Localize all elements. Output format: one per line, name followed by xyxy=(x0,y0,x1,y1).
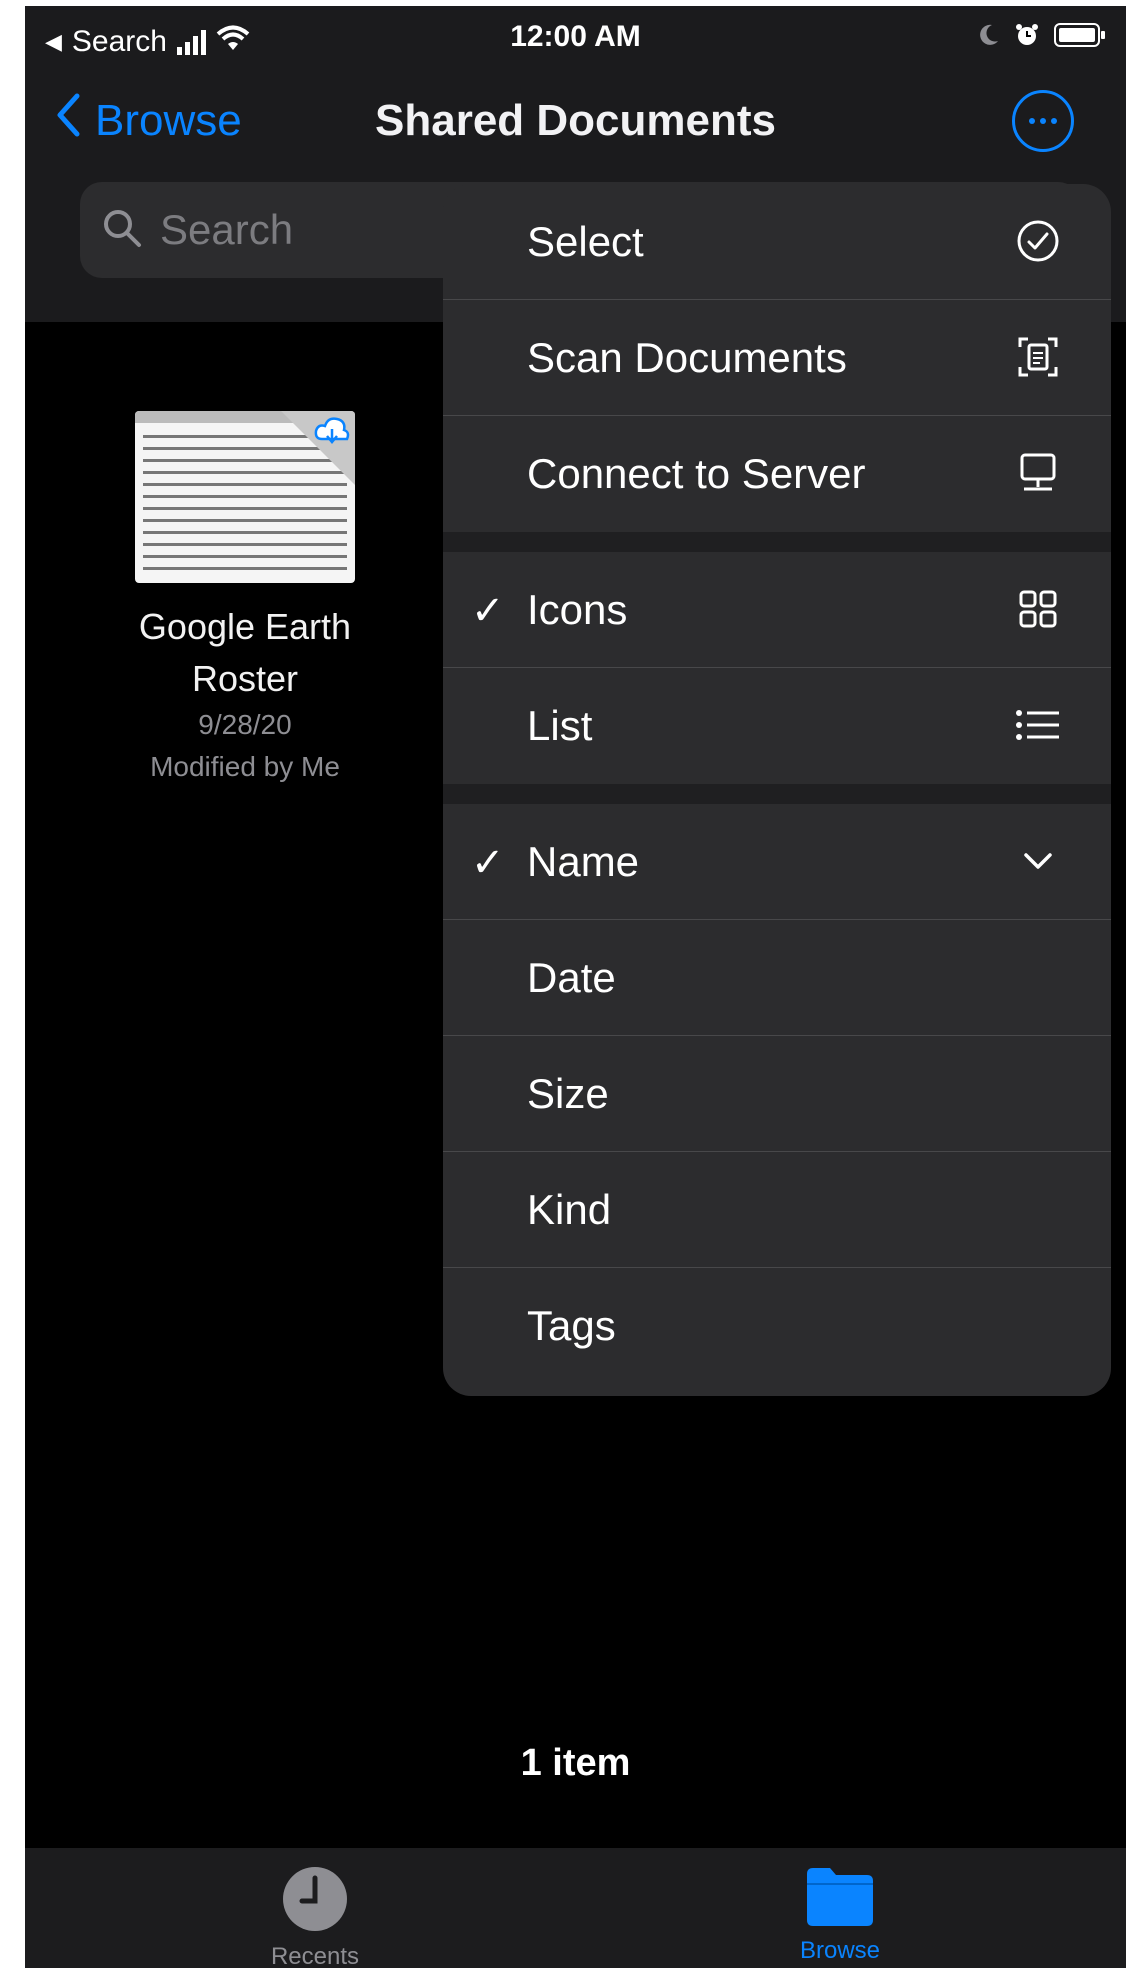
options-menu: Select Scan Documents Connect to Server … xyxy=(443,184,1111,1396)
menu-group-separator xyxy=(443,784,1111,804)
menu-item-connect-to-server[interactable]: Connect to Server xyxy=(443,416,1111,532)
search-icon xyxy=(102,208,142,253)
status-right xyxy=(978,22,1106,53)
checkmark-icon: ✓ xyxy=(471,589,505,633)
tab-bar: Recents Browse xyxy=(25,1848,1126,1968)
menu-item-sort-kind[interactable]: Kind xyxy=(443,1152,1111,1268)
cloud-download-icon xyxy=(313,415,351,454)
doc-viewfinder-icon xyxy=(1013,332,1063,382)
navigation-bar: Browse Shared Documents xyxy=(25,86,1126,166)
menu-item-label: Connect to Server xyxy=(527,450,866,497)
menu-item-list[interactable]: List xyxy=(443,668,1111,784)
file-name-line2: Roster xyxy=(191,658,299,699)
screen: ◀ Search 12:00 AM Browse Shared Document… xyxy=(25,6,1126,1968)
status-bar: ◀ Search 12:00 AM xyxy=(25,6,1126,76)
menu-item-icons[interactable]: ✓ Icons xyxy=(443,552,1111,668)
grid-icon xyxy=(1013,584,1063,634)
file-date: 9/28/20 xyxy=(198,709,292,740)
more-options-button[interactable] xyxy=(1012,90,1074,152)
status-time: 12:00 AM xyxy=(510,20,641,53)
item-count: 1 item xyxy=(520,1742,631,1784)
tab-label: Browse xyxy=(799,1937,881,1964)
search-placeholder: Search xyxy=(160,206,294,253)
page-title: Shared Documents xyxy=(375,96,776,145)
checkmark-circle-icon xyxy=(1013,216,1063,266)
menu-item-sort-name[interactable]: ✓ Name xyxy=(443,804,1111,920)
chevron-down-icon xyxy=(1013,836,1063,886)
menu-item-select[interactable]: Select xyxy=(443,184,1111,300)
menu-item-label: Scan Documents xyxy=(527,334,847,381)
list-icon xyxy=(1013,700,1063,750)
menu-item-label: Tags xyxy=(527,1302,616,1349)
menu-item-label: Kind xyxy=(527,1186,612,1233)
menu-item-scan-documents[interactable]: Scan Documents xyxy=(443,300,1111,416)
ellipsis-icon xyxy=(1029,118,1035,124)
menu-item-label: Icons xyxy=(527,586,628,633)
folder-icon xyxy=(804,1868,876,1932)
tab-browse[interactable]: Browse xyxy=(740,1864,940,1965)
alarm-icon xyxy=(1014,22,1040,53)
desktop-computer-icon xyxy=(1013,448,1063,498)
menu-group-separator xyxy=(443,532,1111,552)
file-item[interactable]: Google Earth Roster 9/28/20 Modified by … xyxy=(115,411,375,789)
file-thumbnail xyxy=(135,411,355,583)
menu-item-label: Date xyxy=(527,954,616,1001)
moon-icon xyxy=(978,23,1000,52)
battery-icon xyxy=(1054,22,1106,53)
menu-item-label: Name xyxy=(527,838,640,885)
checkmark-icon: ✓ xyxy=(471,841,505,885)
menu-item-label: Select xyxy=(527,218,644,265)
menu-item-label: List xyxy=(527,702,593,749)
clock-icon xyxy=(280,1867,350,1938)
file-name: Google Earth Roster xyxy=(115,601,375,705)
file-modified-by: Modified by Me xyxy=(150,751,340,782)
file-name-line1: Google Earth xyxy=(138,606,352,647)
menu-item-sort-date[interactable]: Date xyxy=(443,920,1111,1036)
tab-label: Recents xyxy=(270,1943,360,1968)
menu-item-label: Size xyxy=(527,1070,609,1117)
menu-item-sort-tags[interactable]: Tags xyxy=(443,1268,1111,1384)
tab-recents[interactable]: Recents xyxy=(215,1864,415,1968)
menu-item-sort-size[interactable]: Size xyxy=(443,1036,1111,1152)
